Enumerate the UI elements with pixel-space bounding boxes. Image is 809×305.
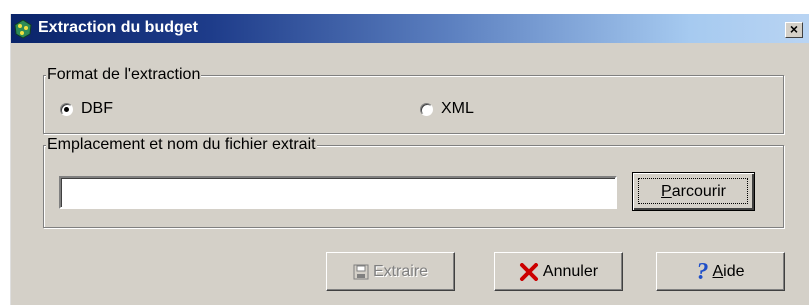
dialog-window: Extraction du budget × Format de l'extra… [10, 14, 809, 305]
red-x-icon [519, 262, 538, 281]
radio-xml-label: XML [441, 100, 474, 117]
radio-selected-dot [64, 106, 69, 112]
radio-dbf-indicator[interactable] [60, 102, 73, 116]
cancel-button[interactable]: Annuler [494, 252, 623, 291]
close-icon: × [789, 21, 799, 37]
cancel-button-label: Annuler [542, 262, 599, 280]
help-button-label: Aide [712, 262, 745, 280]
window-title: Extraction du budget [38, 19, 198, 36]
close-button[interactable]: × [785, 22, 803, 38]
radio-dbf[interactable]: DBF [60, 100, 113, 118]
floppy-disk-icon [353, 264, 369, 279]
help-button[interactable]: ? Aide [656, 252, 785, 291]
extract-button[interactable]: Extraire [326, 252, 455, 291]
radio-dbf-label: DBF [81, 100, 113, 117]
extract-button-label: Extraire [372, 262, 429, 280]
radio-xml-indicator[interactable] [420, 102, 433, 116]
format-group-legend: Format de l'extraction [46, 66, 202, 84]
browse-button[interactable]: Parcourir [632, 172, 755, 211]
focus-rectangle [638, 178, 748, 204]
title-bar[interactable]: Extraction du budget × [11, 14, 809, 43]
format-groupbox: Format de l'extraction DBF XML [43, 66, 784, 134]
file-group-legend: Emplacement et nom du fichier extrait [46, 136, 317, 154]
file-path-input[interactable] [59, 176, 617, 209]
app-icon [14, 19, 32, 39]
question-mark-icon: ? [696, 258, 709, 285]
radio-xml[interactable]: XML [420, 100, 474, 118]
